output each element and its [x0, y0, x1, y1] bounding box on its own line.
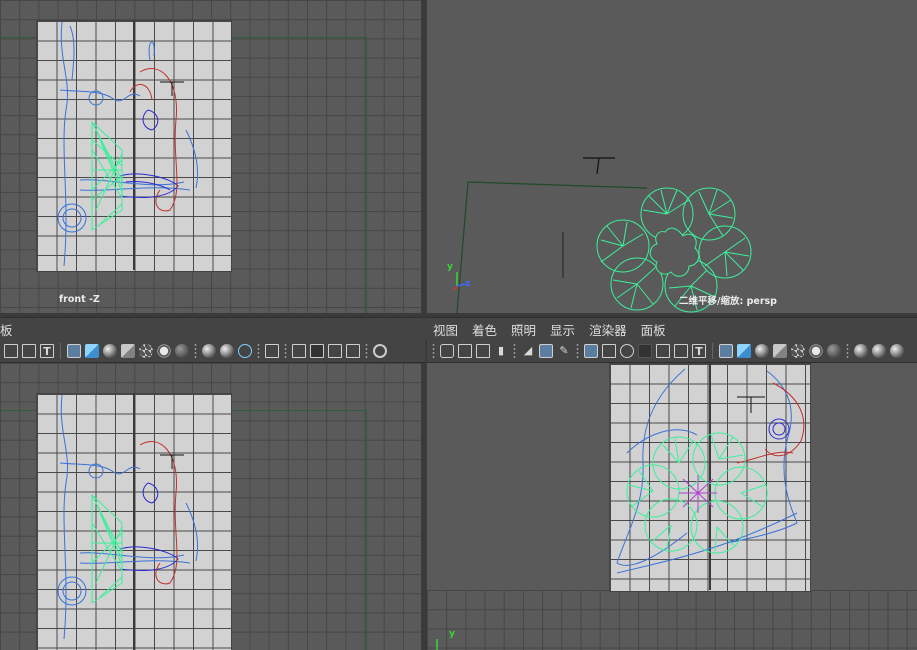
- checker-icon[interactable]: [139, 344, 153, 358]
- menu-lighting[interactable]: 照明: [511, 320, 536, 339]
- axis-y-label: y: [449, 629, 455, 639]
- bookmark-icon[interactable]: [476, 344, 490, 358]
- isolate-select-icon[interactable]: [265, 344, 279, 358]
- resolution-gate-icon[interactable]: [620, 344, 634, 358]
- ground-grid: [427, 590, 917, 650]
- camera-select-icon[interactable]: [440, 344, 454, 358]
- toolbar-separator: [60, 343, 61, 359]
- panel-menubar-right: 视图 着色 照明 显示 渲染器 面板: [427, 317, 917, 340]
- toolbar-grip[interactable]: [364, 343, 369, 359]
- reference-image-plane[interactable]: [36, 20, 232, 272]
- anti-alias-icon[interactable]: [238, 344, 252, 358]
- toolbar-grip[interactable]: [283, 343, 288, 359]
- default-material-icon[interactable]: [755, 344, 769, 358]
- safe-title-icon[interactable]: [22, 344, 36, 358]
- text-overlay-icon[interactable]: T: [40, 344, 54, 358]
- textured-icon[interactable]: [121, 344, 135, 358]
- xray-joints-icon[interactable]: [310, 344, 324, 358]
- shadows-icon[interactable]: [175, 344, 189, 358]
- shadows-icon[interactable]: [827, 344, 841, 358]
- viewport-front-bottom[interactable]: [0, 363, 421, 650]
- panel-menubar-left: 板: [0, 317, 427, 340]
- toolbar-separator: [712, 343, 713, 359]
- toolbar-grip[interactable]: [575, 343, 580, 359]
- gate-mask-icon[interactable]: [638, 344, 652, 358]
- grease-pencil-icon[interactable]: [539, 344, 553, 358]
- viewport-camera-label: front -Z: [59, 294, 100, 305]
- wireframe-icon[interactable]: [67, 344, 81, 358]
- pencil-icon[interactable]: ✎: [557, 344, 571, 358]
- reference-image-plane[interactable]: [609, 363, 811, 592]
- toolbar-grip[interactable]: [845, 343, 850, 359]
- anti-alias-icon[interactable]: [890, 344, 904, 358]
- toolbar-grip[interactable]: [431, 343, 436, 359]
- default-material-icon[interactable]: [103, 344, 117, 358]
- motion-blur-icon[interactable]: [220, 344, 234, 358]
- menu-show[interactable]: 显示: [550, 320, 575, 339]
- menu-panels[interactable]: 面板: [641, 320, 666, 339]
- viewport-camera-label: 二维平移/缩放: persp: [679, 296, 777, 307]
- menu-panels-fragment[interactable]: 板: [0, 320, 13, 339]
- screen-space-ao-icon[interactable]: [202, 344, 216, 358]
- persp-scene: [453, 157, 752, 313]
- safe-action-icon[interactable]: [4, 344, 18, 358]
- 2d-pan-zoom-icon[interactable]: ◢: [521, 344, 535, 358]
- viewport-persp-bottom[interactable]: y: [427, 363, 917, 650]
- menu-renderer[interactable]: 渲染器: [589, 320, 627, 339]
- viewport-persp-top[interactable]: y z 二维平移/缩放: persp: [427, 0, 917, 313]
- viewport-front[interactable]: front -Z: [0, 0, 421, 313]
- smooth-shade-icon[interactable]: [85, 344, 99, 358]
- toolbar-grip[interactable]: [256, 343, 261, 359]
- reference-image-plane[interactable]: [36, 393, 232, 650]
- grid-icon[interactable]: [584, 344, 598, 358]
- scene-frame-line: [366, 37, 367, 313]
- textured-icon[interactable]: [773, 344, 787, 358]
- image-plane-icon[interactable]: ▮: [494, 344, 508, 358]
- resize-icon[interactable]: [346, 344, 360, 358]
- safe-title-icon[interactable]: T: [692, 344, 706, 358]
- safe-action-icon[interactable]: [674, 344, 688, 358]
- camera-attributes-icon[interactable]: [458, 344, 472, 358]
- screen-space-ao-icon[interactable]: [854, 344, 868, 358]
- use-all-lights-icon[interactable]: [811, 346, 821, 356]
- playblast-icon[interactable]: [373, 344, 387, 358]
- axis-z-label: z: [465, 279, 471, 289]
- toolbar-grip[interactable]: [512, 343, 517, 359]
- film-gate-icon[interactable]: [602, 344, 616, 358]
- use-all-lights-icon[interactable]: [159, 346, 169, 356]
- axis-y-label: y: [447, 262, 453, 272]
- xray-active-icon[interactable]: [328, 344, 342, 358]
- motion-blur-icon[interactable]: [872, 344, 886, 358]
- panel-toolbar-right: ▮ ◢ ✎ T: [427, 340, 917, 363]
- menu-shading[interactable]: 着色: [472, 320, 497, 339]
- checker-icon[interactable]: [791, 344, 805, 358]
- toolbar-grip[interactable]: [193, 343, 198, 359]
- xray-icon[interactable]: [292, 344, 306, 358]
- smooth-shade-icon[interactable]: [737, 344, 751, 358]
- scene-frame-line: [366, 410, 367, 650]
- wireframe-icon[interactable]: [719, 344, 733, 358]
- panel-toolbar-left: T: [0, 340, 425, 363]
- menu-view[interactable]: 视图: [433, 320, 458, 339]
- field-chart-icon[interactable]: [656, 344, 670, 358]
